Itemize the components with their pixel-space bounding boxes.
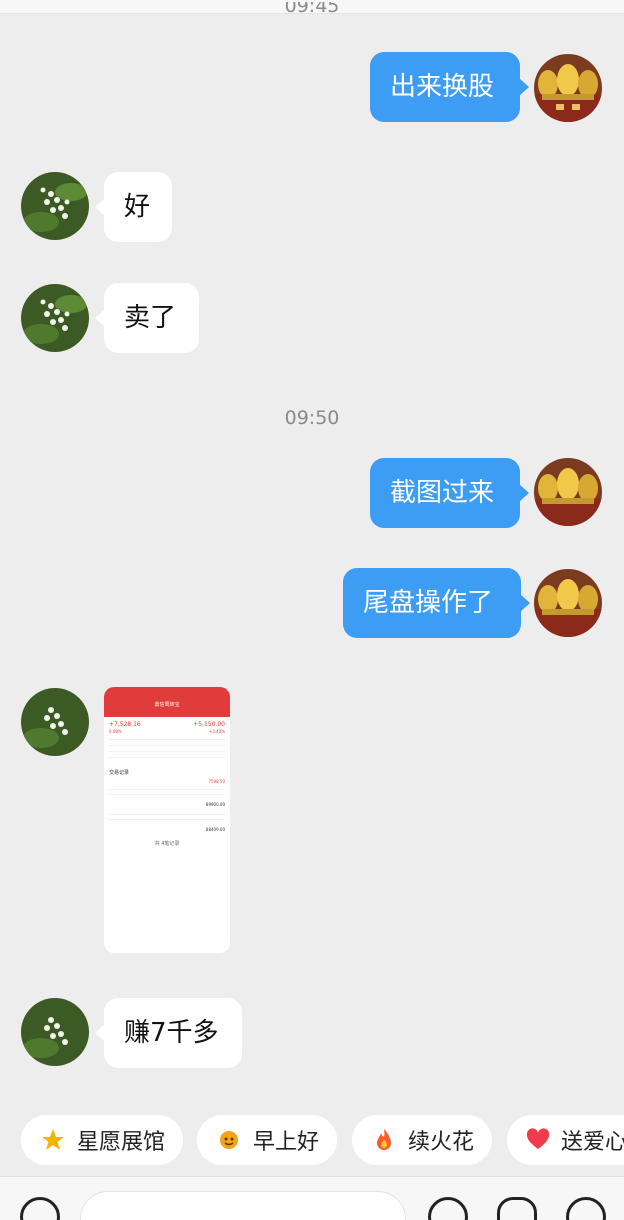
screenshot-row: 88409.00 (205, 827, 225, 832)
contact-avatar[interactable] (21, 172, 89, 240)
sun-face-icon (215, 1126, 243, 1154)
message-bubble-outgoing[interactable]: 尾盘操作了 (343, 568, 530, 638)
contact-avatar[interactable] (21, 688, 89, 756)
chip-label: 送爱心 (561, 1130, 624, 1155)
heart-icon (525, 1126, 551, 1154)
quick-chip-spark[interactable]: 续火花 (352, 1115, 492, 1165)
emoji-icon[interactable] (428, 1197, 468, 1220)
screenshot-value: +3.40% (208, 729, 225, 734)
screenshot-value: +7,528.16 (109, 721, 141, 728)
add-icon[interactable] (566, 1197, 606, 1220)
image-message[interactable]: 鼎信周转宝 +7,528.16 +5,150.00 0.08% +3.40% 交… (104, 687, 230, 953)
screenshot-row: 89900.00 (205, 802, 225, 807)
chip-label: 星愿展馆 (76, 1130, 165, 1155)
timestamp: 09:50 (284, 407, 340, 429)
quick-chip-send-love[interactable]: 送爱心 (507, 1115, 624, 1165)
timestamp: 09:45 (284, 2, 340, 16)
voice-icon[interactable] (20, 1197, 60, 1220)
quick-chip-star-gallery[interactable]: 星愿展馆 (21, 1115, 183, 1165)
self-avatar[interactable] (534, 54, 602, 122)
star-icon (39, 1126, 67, 1154)
screenshot-header: 鼎信周转宝 (104, 687, 230, 717)
quick-chip-good-morning[interactable]: 早上好 (197, 1115, 337, 1165)
flame-icon (370, 1126, 398, 1154)
self-avatar[interactable] (534, 458, 602, 526)
contact-avatar[interactable] (21, 998, 89, 1066)
message-bubble-outgoing[interactable]: 出来换股 (370, 52, 529, 122)
input-bar (0, 1176, 624, 1220)
message-bubble-incoming[interactable]: 好 (95, 172, 172, 242)
sticker-icon[interactable] (497, 1197, 537, 1220)
message-bubble-outgoing[interactable]: 截图过来 (370, 458, 529, 528)
message-input[interactable] (80, 1191, 406, 1220)
contact-avatar[interactable] (21, 284, 89, 352)
chip-label: 早上好 (252, 1130, 319, 1155)
screenshot-row: 7598.50 (208, 779, 225, 784)
screenshot-value: +5,150.00 (193, 721, 225, 728)
screenshot-section: 交易记录 (109, 770, 130, 776)
message-bubble-incoming[interactable]: 卖了 (95, 283, 199, 353)
self-avatar[interactable] (534, 569, 602, 637)
message-bubble-incoming[interactable]: 赚7千多 (95, 998, 242, 1068)
chip-label: 续火花 (407, 1130, 474, 1155)
screenshot-value: 0.08% (109, 729, 122, 734)
screenshot-footer: 共 4笔记录 (154, 841, 180, 847)
